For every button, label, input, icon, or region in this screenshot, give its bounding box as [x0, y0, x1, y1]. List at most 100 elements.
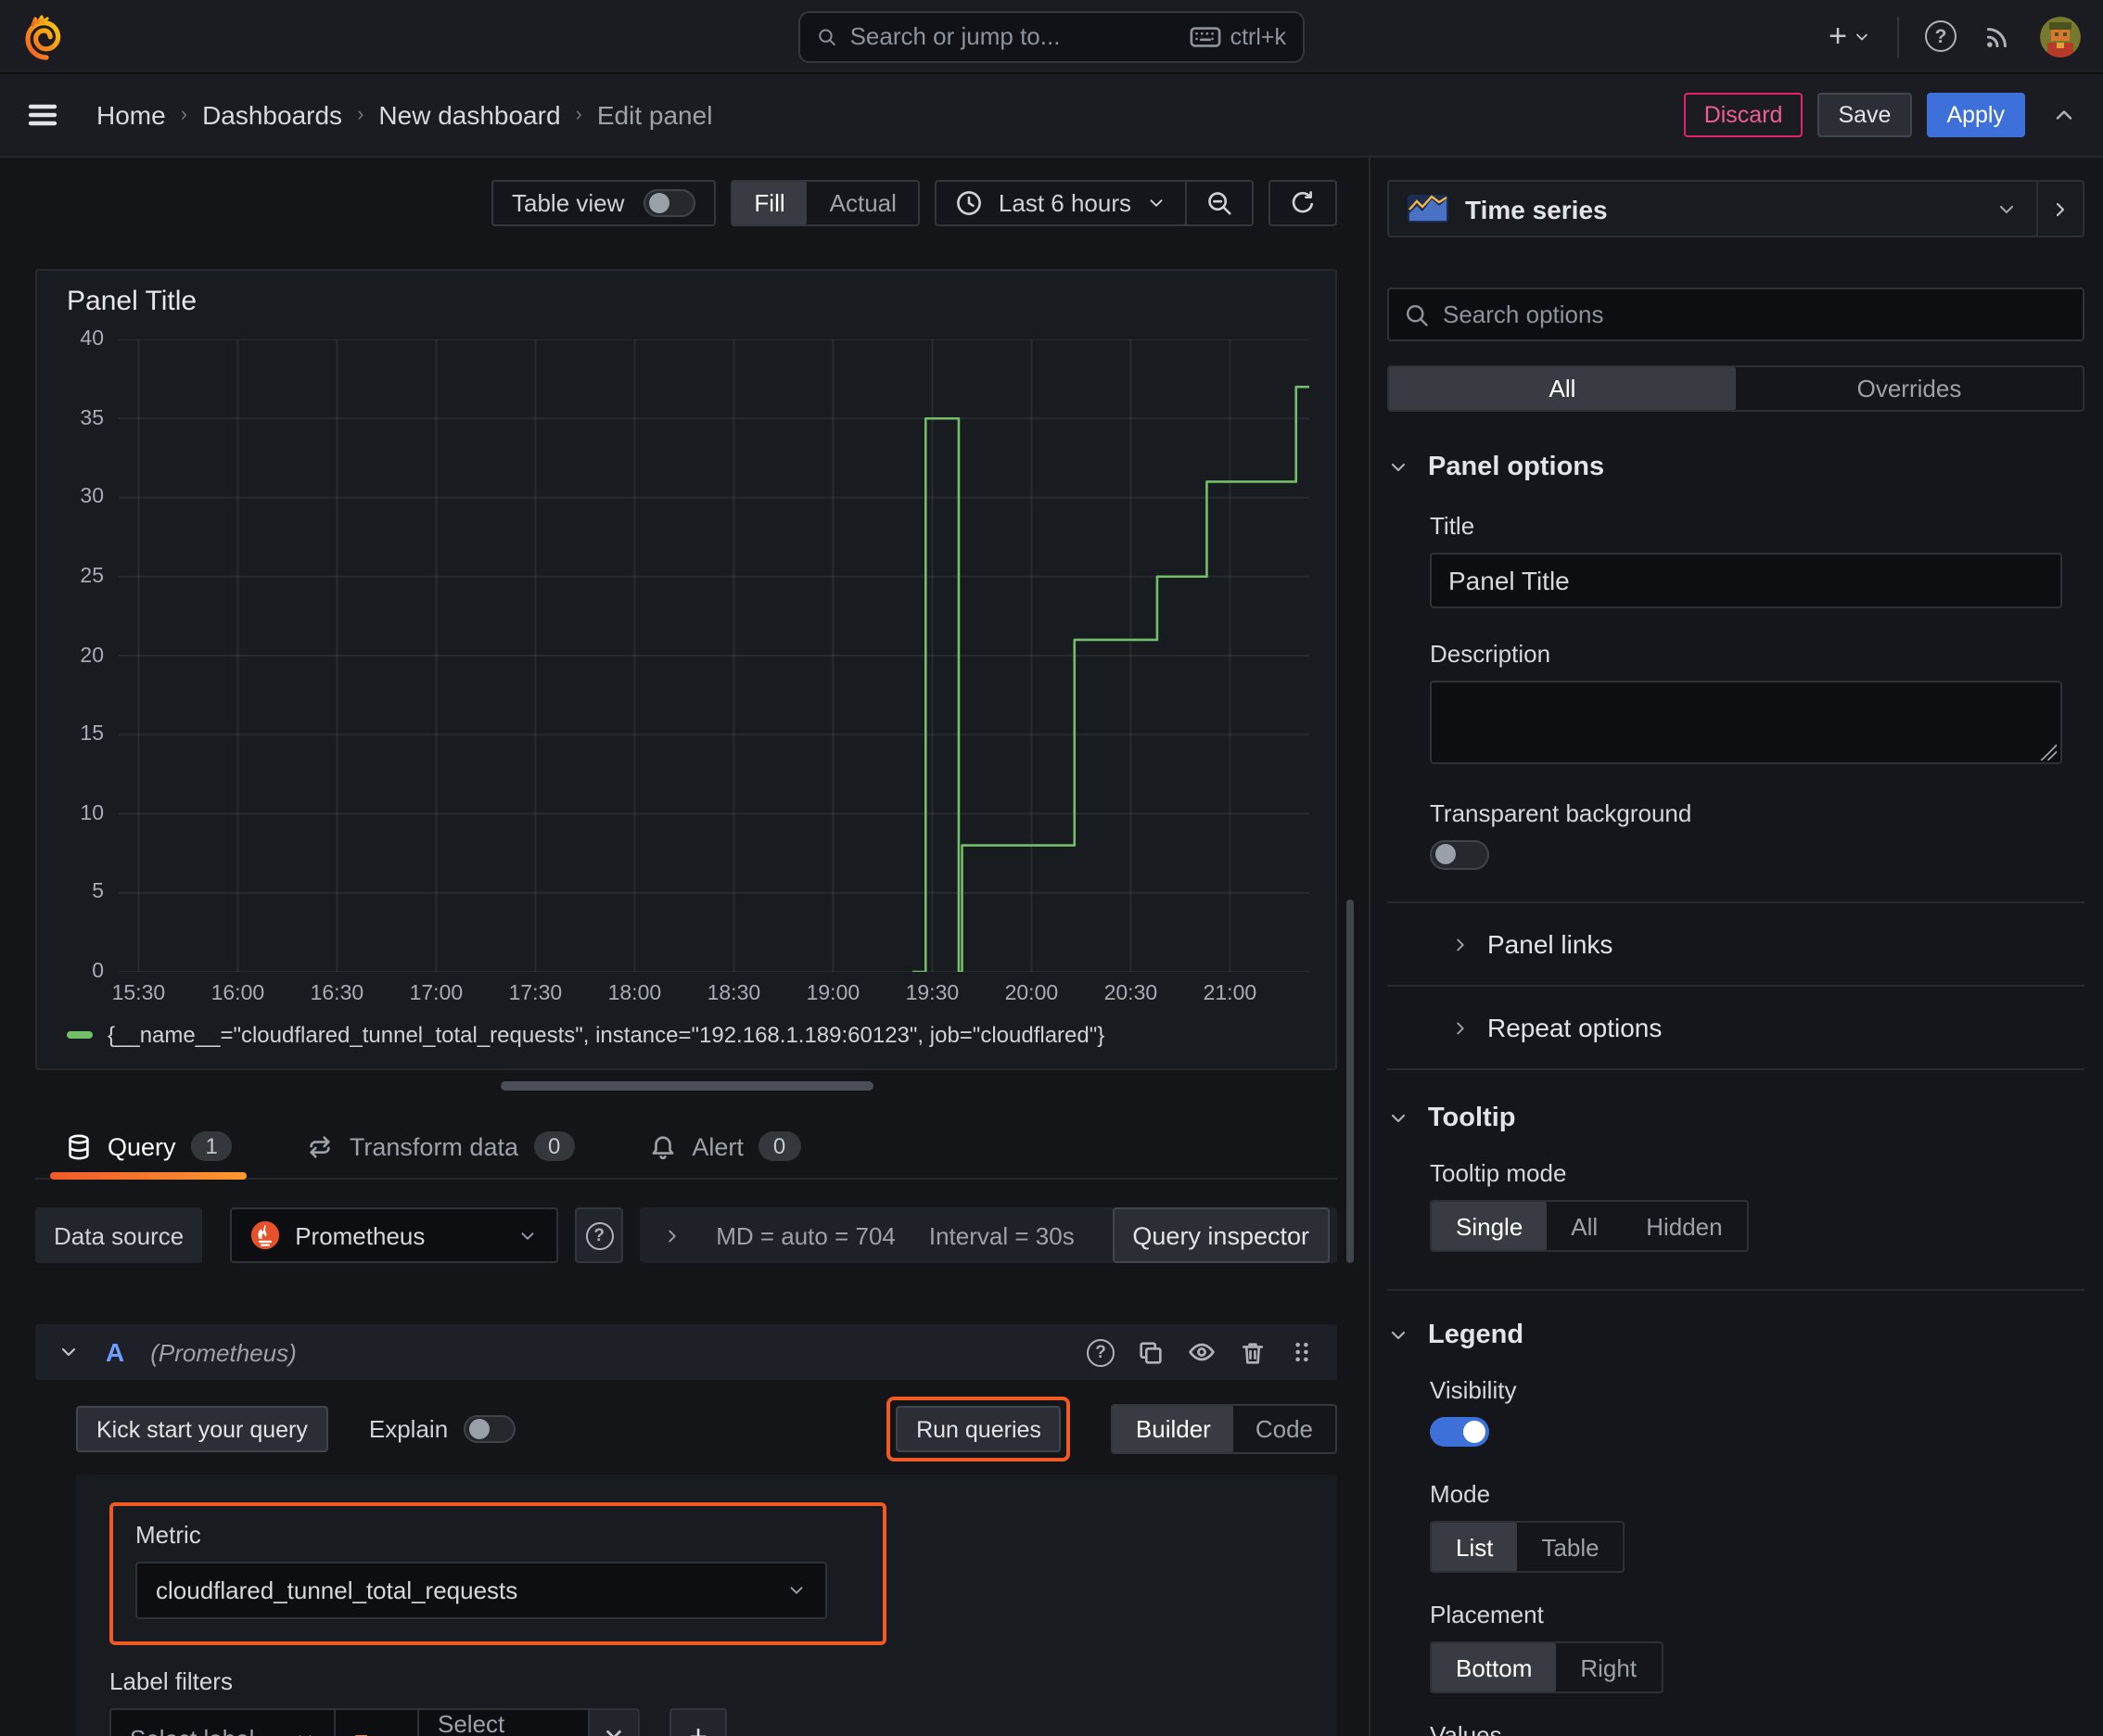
options-search-input[interactable]	[1443, 300, 2068, 328]
panel-links-label: Panel links	[1487, 929, 1613, 959]
metric-highlight: Metric cloudflared_tunnel_total_requests	[109, 1502, 886, 1645]
chevron-right-icon	[1457, 938, 1464, 951]
transparent-background-toggle[interactable]	[1430, 840, 1489, 870]
news-button[interactable]	[1982, 20, 2014, 52]
repeat-options-section[interactable]: Repeat options	[1450, 1013, 2084, 1042]
operator-dropdown[interactable]: =	[336, 1708, 419, 1736]
x-axis-tick: 16:00	[210, 983, 265, 1005]
global-search[interactable]: ctrl+k	[798, 10, 1305, 62]
legend-section-title: Legend	[1428, 1321, 1524, 1350]
collapse-options-button[interactable]	[2051, 102, 2077, 128]
tab-transform[interactable]: Transform data 0	[292, 1115, 590, 1178]
legend-placement-right[interactable]: Right	[1556, 1643, 1661, 1691]
mega-menu-toggle[interactable]	[26, 98, 59, 132]
chevron-down-icon	[1999, 204, 2014, 213]
grafana-logo-icon	[25, 14, 61, 59]
breadcrumb-separator: ›	[357, 104, 364, 126]
breadcrumb-dashboards[interactable]: Dashboards	[202, 100, 342, 130]
panel-title-input[interactable]	[1430, 553, 2062, 608]
actual-option[interactable]: Actual	[808, 182, 919, 224]
breadcrumb-separator: ›	[575, 104, 582, 126]
discard-button[interactable]: Discard	[1683, 93, 1803, 137]
panel-options-header[interactable]: Panel options	[1387, 453, 2084, 482]
legend-mode-list[interactable]: List	[1432, 1523, 1518, 1571]
run-queries-button[interactable]: Run queries	[896, 1406, 1062, 1452]
duplicate-query-button[interactable]	[1137, 1338, 1165, 1366]
alert-count-badge: 0	[758, 1131, 801, 1161]
legend-values-label: Values	[1430, 1721, 1502, 1736]
datasource-help-button[interactable]: ?	[575, 1207, 624, 1263]
left-pane-scrollbar[interactable]	[1346, 900, 1354, 1263]
edit-panel-content: Table view Fill Actual Last 6 hours Pane…	[0, 158, 2103, 1736]
remove-filter-button[interactable]: ✕	[590, 1708, 640, 1736]
datasource-picker[interactable]: Prometheus	[230, 1207, 559, 1263]
delete-query-button[interactable]	[1239, 1338, 1267, 1366]
code-option[interactable]: Code	[1233, 1406, 1335, 1452]
select-value-dropdown[interactable]: Select value	[419, 1708, 590, 1736]
query-help-button[interactable]: ?	[1087, 1338, 1115, 1366]
panel-description-input[interactable]	[1430, 681, 2062, 764]
metric-label: Metric	[135, 1521, 201, 1549]
new-menu-button[interactable]: +	[1829, 18, 1871, 55]
breadcrumb-new-dashboard[interactable]: New dashboard	[378, 100, 560, 130]
y-axis-tick: 10	[80, 802, 104, 825]
add-filter-button[interactable]: +	[669, 1708, 727, 1736]
legend-section-header[interactable]: Legend	[1387, 1321, 2084, 1350]
legend-placement-group: Bottom Right	[1430, 1641, 1663, 1693]
refresh-button[interactable]	[1270, 182, 1335, 224]
top-bar: ctrl+k + ?	[0, 0, 2103, 74]
tab-all[interactable]: All	[1389, 367, 1736, 410]
explain-toggle[interactable]	[463, 1415, 516, 1443]
options-search[interactable]	[1387, 287, 2084, 341]
table-view-toggle[interactable]	[643, 189, 695, 217]
interval-stat: Interval = 30s	[928, 1221, 1075, 1249]
chart-plot-area[interactable]	[119, 339, 1309, 972]
zoom-out-button[interactable]	[1187, 182, 1252, 224]
help-button[interactable]: ?	[1925, 20, 1956, 52]
query-inspector-button[interactable]: Query inspector	[1112, 1207, 1330, 1263]
user-avatar[interactable]	[2040, 16, 2081, 57]
legend-visibility-toggle[interactable]	[1430, 1417, 1489, 1447]
resize-grip-icon[interactable]	[2040, 744, 2057, 760]
panel-links-section[interactable]: Panel links	[1450, 929, 2084, 959]
operator-value: =	[354, 1724, 368, 1736]
y-axis-tick: 0	[92, 961, 104, 983]
breadcrumb-home[interactable]: Home	[96, 100, 166, 130]
visualization-picker[interactable]: Time series	[1387, 180, 2038, 237]
tab-overrides[interactable]: Overrides	[1736, 367, 2083, 410]
grafana-logo[interactable]	[22, 12, 70, 60]
apply-button[interactable]: Apply	[1926, 93, 2025, 137]
tooltip-mode-single[interactable]: Single	[1432, 1202, 1548, 1250]
query-row-header[interactable]: A (Prometheus) ?	[35, 1324, 1337, 1380]
label-filters-label: Label filters	[109, 1667, 233, 1695]
builder-option[interactable]: Builder	[1113, 1406, 1233, 1452]
preview-toolbar: Table view Fill Actual Last 6 hours	[35, 180, 1337, 226]
series-label[interactable]: {__name__="cloudflared_tunnel_total_requ…	[108, 1022, 1104, 1048]
metric-select[interactable]: cloudflared_tunnel_total_requests	[135, 1562, 827, 1619]
resize-drag-handle[interactable]	[500, 1081, 873, 1091]
toggle-query-visibility-button[interactable]	[1187, 1337, 1217, 1367]
global-search-input[interactable]	[849, 22, 1177, 50]
panel-preview-pane: Table view Fill Actual Last 6 hours Pane…	[0, 158, 1369, 1736]
series-line	[912, 387, 1309, 972]
kick-start-button[interactable]: Kick start your query	[76, 1406, 328, 1452]
tooltip-mode-all[interactable]: All	[1547, 1202, 1622, 1250]
save-button[interactable]: Save	[1817, 93, 1912, 137]
time-range-picker[interactable]: Last 6 hours	[937, 182, 1185, 224]
tab-alert[interactable]: Alert 0	[634, 1115, 815, 1178]
tab-query[interactable]: Query 1	[50, 1115, 248, 1180]
collapse-pane-button[interactable]	[2038, 180, 2084, 237]
tooltip-mode-hidden[interactable]: Hidden	[1622, 1202, 1746, 1250]
drag-query-handle[interactable]	[1289, 1339, 1315, 1365]
query-actions-row: Kick start your query Explain Run querie…	[35, 1397, 1337, 1462]
x-axis-tick: 17:30	[508, 983, 563, 1005]
legend-placement-bottom[interactable]: Bottom	[1432, 1643, 1557, 1691]
select-label-dropdown[interactable]: Select label	[109, 1708, 336, 1736]
x-axis-tick: 18:30	[707, 983, 761, 1005]
tooltip-section-header[interactable]: Tooltip	[1387, 1104, 2084, 1133]
x-axis-tick: 15:30	[111, 983, 166, 1005]
x-axis-tick: 20:30	[1103, 983, 1158, 1005]
legend-mode-table[interactable]: Table	[1517, 1523, 1623, 1571]
x-axis-tick: 21:00	[1203, 983, 1257, 1005]
fill-option[interactable]: Fill	[732, 182, 808, 224]
